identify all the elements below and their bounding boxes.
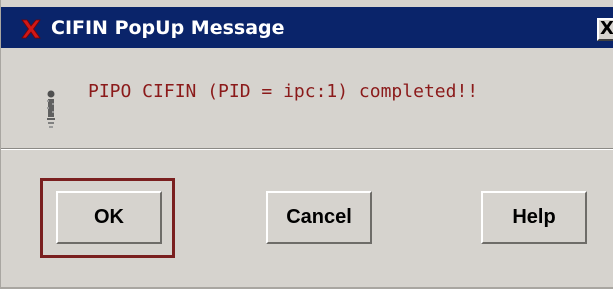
ok-button[interactable]: OK [56,191,162,244]
divider [1,148,613,150]
help-button[interactable]: Help [481,191,587,244]
window-title: CIFIN PopUp Message [51,17,285,39]
info-icon [47,90,55,128]
message-text: PIPO CIFIN (PID = ipc:1) completed!! [88,81,479,102]
title-bar[interactable]: CIFIN PopUp Message X [1,7,613,48]
message-area: PIPO CIFIN (PID = ipc:1) completed!! [1,48,613,148]
x-logo-icon [21,19,41,39]
popup-dialog: CIFIN PopUp Message X PIPO CIFIN (PID = … [0,0,613,289]
cancel-button[interactable]: Cancel [266,191,372,244]
close-button[interactable]: X [597,18,613,41]
